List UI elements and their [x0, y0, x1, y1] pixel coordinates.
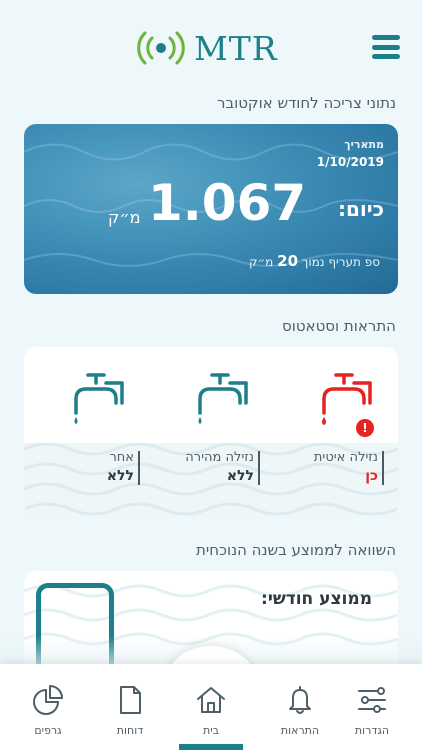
- bell-icon: [289, 686, 311, 714]
- app-header: MTR: [0, 0, 422, 90]
- alerts-section-title: התראות וסטאטוס: [282, 317, 396, 335]
- divider: [382, 451, 384, 485]
- mtr-logo: MTR: [136, 28, 278, 68]
- sliders-icon: [358, 687, 386, 713]
- alerts-card: ! נזילה איטית כן נזילה מהירה ללא אחר ללא: [24, 347, 398, 517]
- alert-status: כן: [365, 468, 378, 484]
- today-label: כיום:: [337, 197, 384, 221]
- tariff-info: ספ תעריף נמוך 20 מ״ק: [249, 252, 380, 270]
- nav-item-graphs[interactable]: גרפים: [6, 664, 90, 750]
- alert-slow-leak[interactable]: ! נזילה איטית כן: [274, 347, 398, 517]
- tariff-prefix: ספ תעריף נמוך: [301, 255, 380, 269]
- usage-value: 1.067: [148, 174, 307, 232]
- alert-label: אחר: [109, 450, 134, 465]
- alert-fast-leak[interactable]: נזילה מהירה ללא: [150, 347, 274, 517]
- home-icon: [197, 687, 225, 713]
- alert-label: נזילה מהירה: [185, 450, 254, 465]
- date-value: 1/10/2019: [316, 155, 384, 169]
- faucet-icon: [74, 373, 124, 424]
- comparison-section-title: השוואה לממוצע בשנה הנוכחית: [196, 541, 396, 559]
- nav-label: בית: [202, 724, 220, 737]
- pie-chart-icon: [33, 685, 63, 715]
- nav-label: גרפים: [34, 724, 62, 737]
- nav-item-home[interactable]: בית: [169, 664, 253, 750]
- monthly-average-label: ממוצע חודשי:: [261, 589, 372, 609]
- alert-other[interactable]: אחר ללא: [26, 347, 150, 517]
- divider: [258, 451, 260, 485]
- consumption-section-title: נתוני צריכה לחודש אוקטובר: [216, 94, 396, 112]
- date-label: מתאריך: [344, 138, 384, 151]
- alert-status: ללא: [106, 468, 134, 484]
- bottom-nav: גרפים דוחות בית התראות הגדרות: [0, 664, 422, 750]
- tariff-value: 20: [277, 252, 299, 270]
- document-icon: [120, 686, 141, 714]
- nav-item-reports[interactable]: דוחות: [88, 664, 172, 750]
- usage-unit: מ״ק: [108, 208, 141, 227]
- divider: [138, 451, 140, 485]
- signal-logo-icon: [137, 31, 185, 65]
- logo-text: MTR: [194, 28, 278, 68]
- exclamation-icon: !: [356, 419, 374, 437]
- consumption-card: מתאריך 1/10/2019 כיום: 1.067 מ״ק ספ תערי…: [24, 124, 398, 294]
- nav-label: דוחות: [116, 724, 144, 737]
- nav-active-indicator: [179, 744, 243, 750]
- alert-label: נזילה איטית: [313, 450, 378, 465]
- alert-status: ללא: [226, 468, 254, 484]
- nav-label: הגדרות: [354, 724, 390, 737]
- hamburger-menu-icon[interactable]: [372, 35, 400, 59]
- tariff-unit: מ״ק: [248, 255, 274, 269]
- nav-item-settings[interactable]: הגדרות: [330, 664, 414, 750]
- faucet-icon: [198, 373, 248, 424]
